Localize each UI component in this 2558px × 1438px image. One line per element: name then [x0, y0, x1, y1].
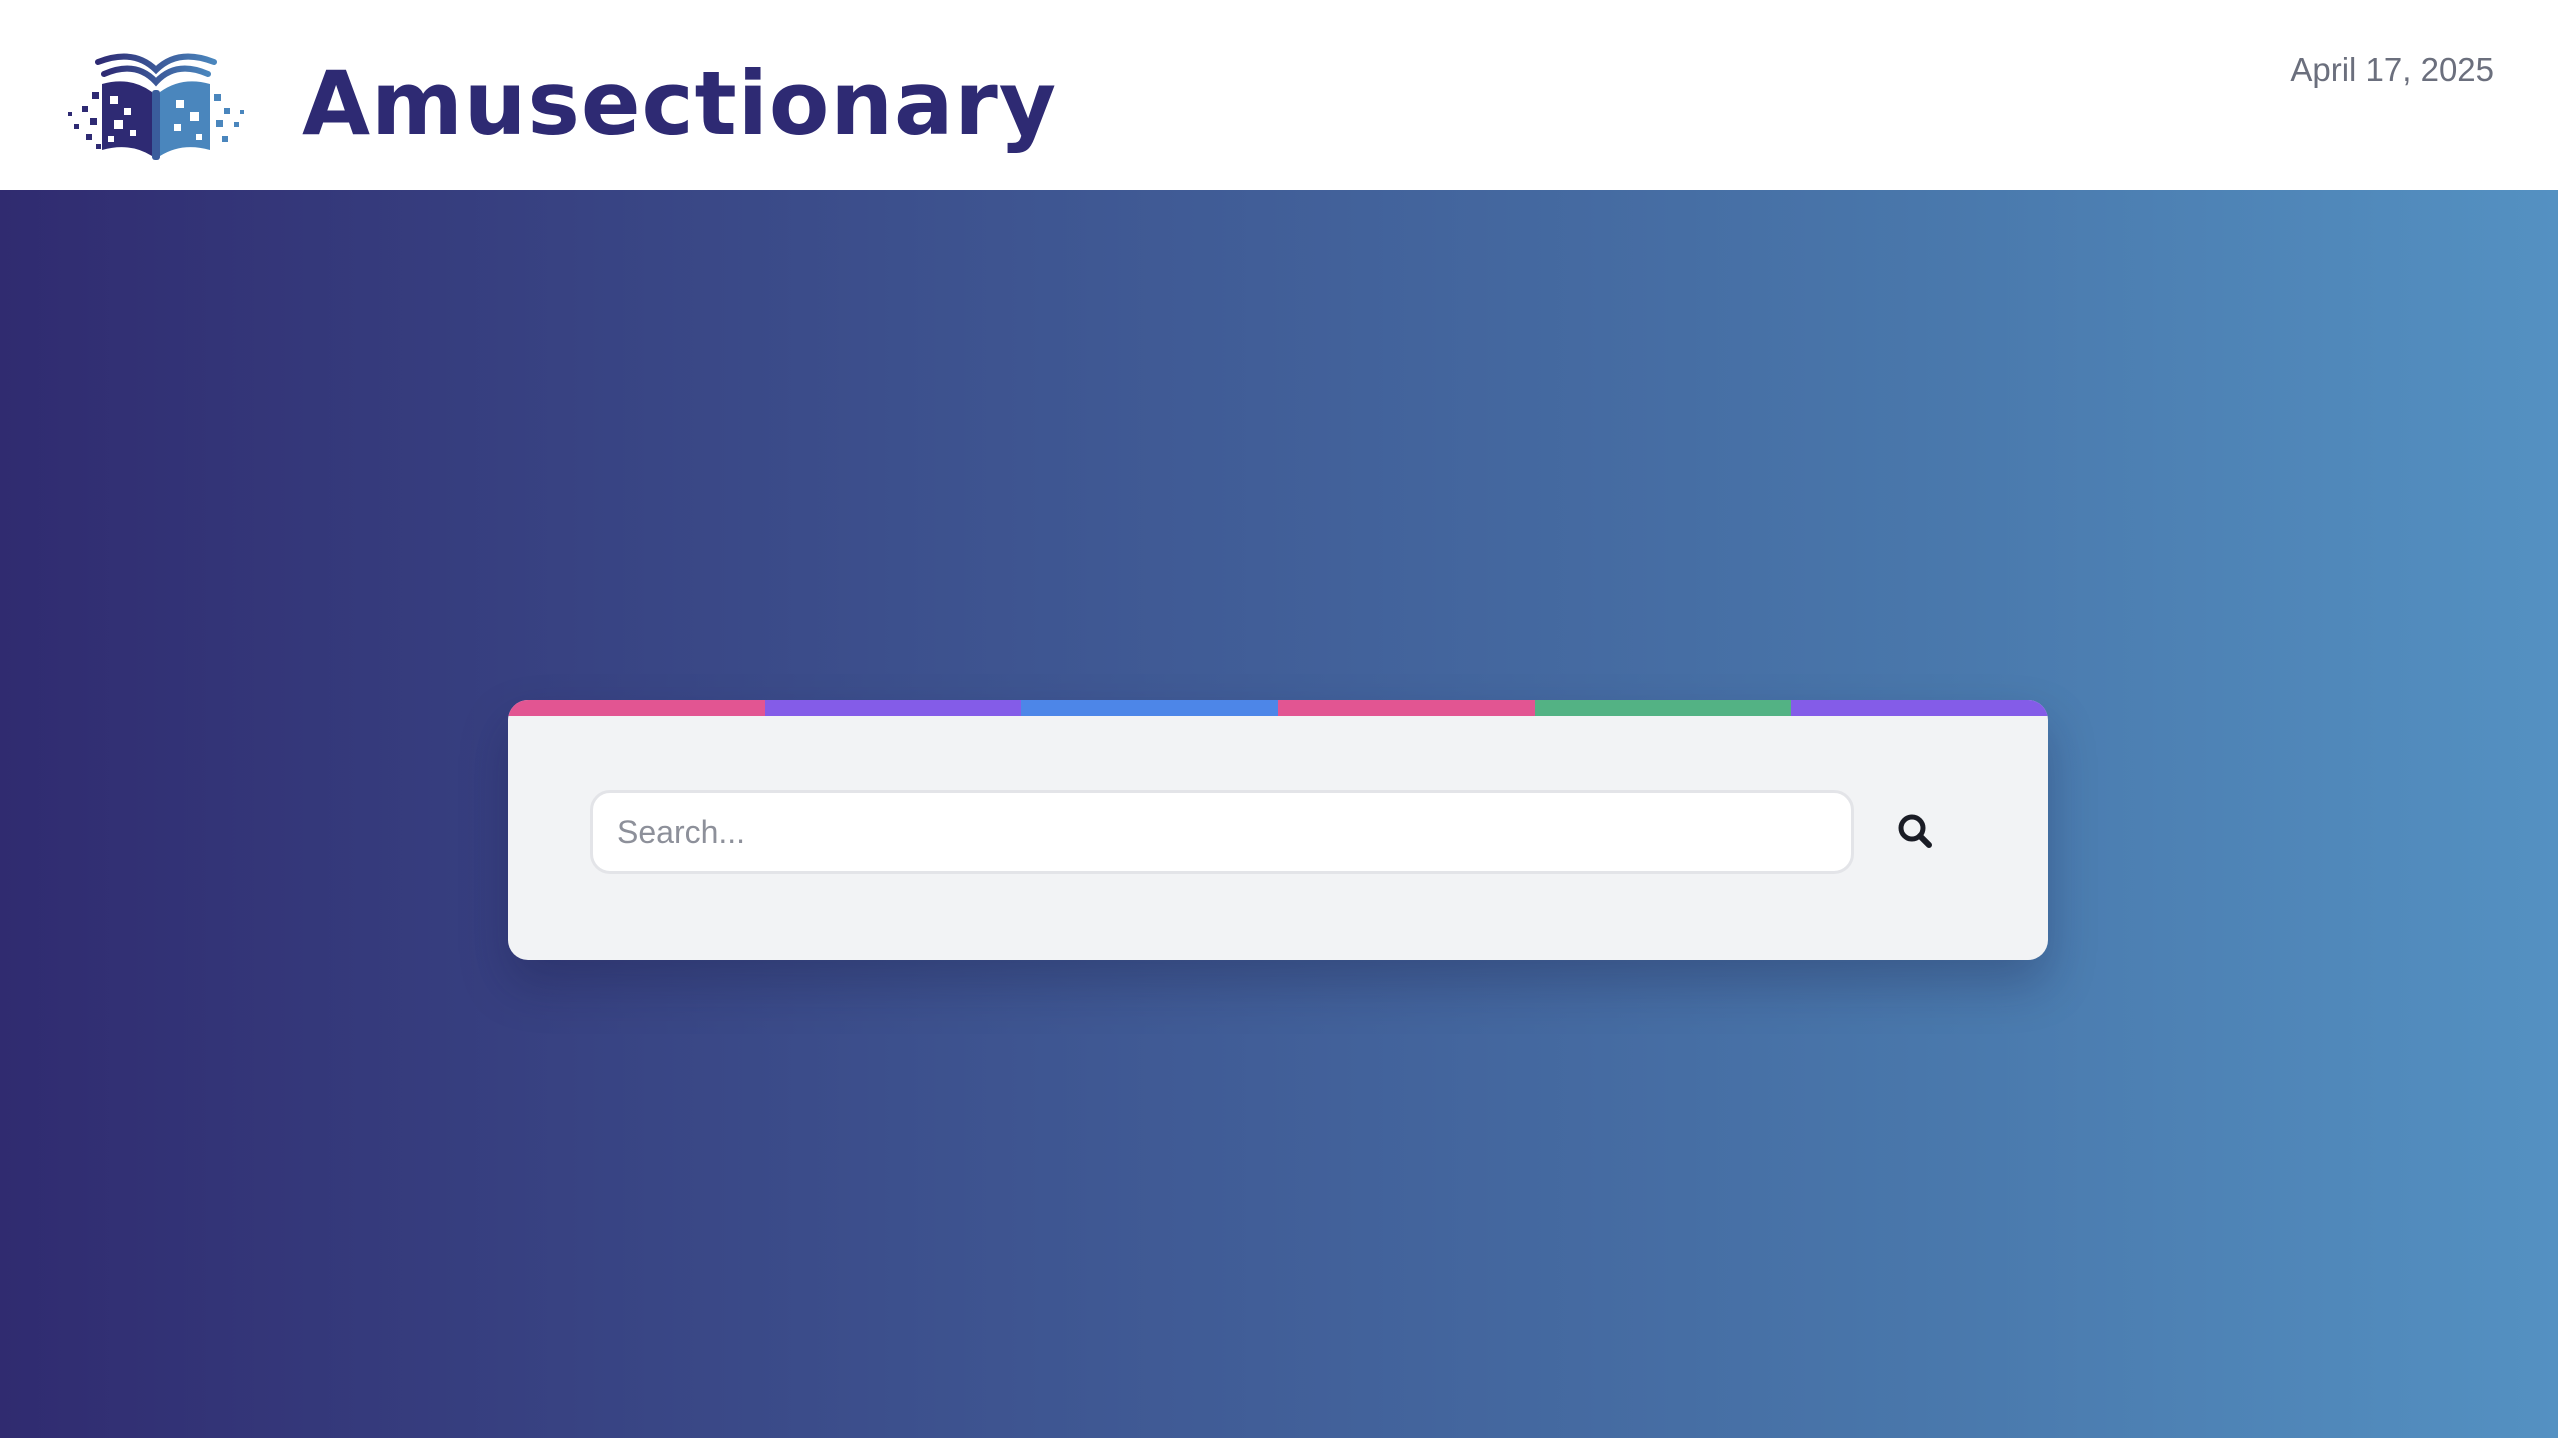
stripe-segment [764, 700, 1022, 716]
stripe-segment [1278, 700, 1535, 716]
current-date: April 17, 2025 [2290, 51, 2494, 88]
search-icon [1888, 804, 1944, 860]
stripe-segment [1534, 700, 1792, 716]
brand-name[interactable]: Amusectionary [302, 44, 1057, 164]
stripe-segment [1791, 700, 2048, 716]
stripe-segment [508, 700, 765, 716]
stripe-segment [1021, 700, 1279, 716]
color-stripe [508, 700, 2048, 716]
open-book-pixel-icon[interactable] [64, 48, 248, 164]
site-header: Amusectionary April 17, 2025 [0, 0, 2558, 190]
search-input[interactable] [590, 790, 1854, 874]
search-card [508, 700, 2048, 960]
search-button[interactable] [1888, 804, 1944, 860]
main-hero [0, 190, 2558, 1438]
